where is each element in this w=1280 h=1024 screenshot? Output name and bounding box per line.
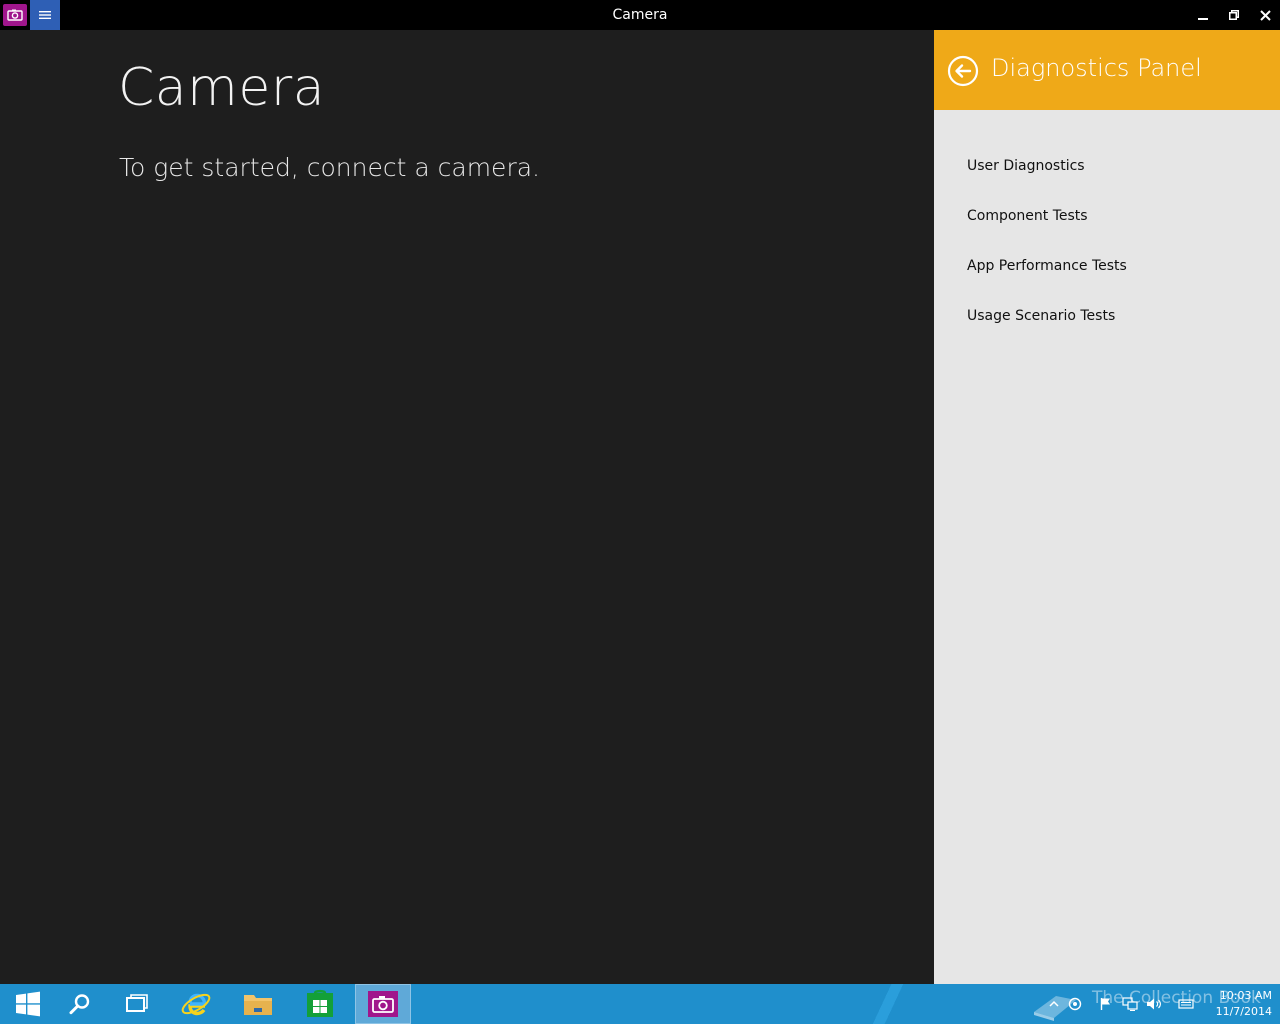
network-button[interactable] [1122,996,1138,1012]
tray-circle-icon [1068,997,1082,1011]
task-view-icon [126,994,148,1012]
page-subtitle: To get started, connect a camera. [119,153,540,182]
title-bar: Camera [0,0,1280,30]
start-windows-icon [16,991,40,1017]
camera-app-icon [3,4,27,26]
diag-item-app-performance-tests[interactable]: App Performance Tests [967,256,1127,306]
clock-date: 11/7/2014 [1215,1005,1272,1018]
hamburger-icon [39,11,51,19]
file-explorer-button[interactable] [230,984,286,1024]
main-content: Camera To get started, connect a camera. [0,30,934,984]
chevron-up-icon [1049,1000,1059,1007]
minimize-icon [1198,18,1208,20]
volume-button[interactable] [1146,996,1162,1012]
search-icon [69,994,90,1015]
internet-explorer-icon [181,993,211,1016]
file-explorer-icon [244,995,272,1015]
diag-item-user-diagnostics[interactable]: User Diagnostics [967,156,1127,206]
keyboard-icon [1178,999,1194,1009]
hamburger-menu-button[interactable] [30,0,60,30]
back-arrow-icon [947,55,979,87]
minimize-button[interactable] [1188,0,1218,30]
app-icon-box[interactable] [0,0,30,30]
internet-explorer-button[interactable] [168,984,224,1024]
diagnostics-panel: Diagnostics Panel User Diagnostics Compo… [934,30,1280,984]
system-clock[interactable]: 10:03 AM 11/7/2014 [1200,988,1272,1020]
page-title: Camera [118,58,326,118]
keyboard-button[interactable] [1178,996,1194,1012]
tray-app-button[interactable] [1067,996,1083,1012]
diagnostics-list: User Diagnostics Component Tests App Per… [967,156,1127,356]
diag-item-component-tests[interactable]: Component Tests [967,206,1127,256]
panel-header: Diagnostics Panel [934,30,1280,110]
restore-icon [1229,10,1239,20]
action-center-button[interactable] [1098,996,1114,1012]
task-view-button[interactable] [109,984,165,1024]
panel-title: Diagnostics Panel [991,54,1202,82]
close-icon [1259,9,1271,21]
camera-icon [368,991,398,1017]
volume-icon [1147,998,1161,1010]
back-button[interactable] [947,55,979,87]
camera-taskbar-button[interactable] [355,984,411,1024]
taskbar: The Collection Book 10:03 AM 11/7/2014 [0,984,1280,1024]
show-hidden-icons-button[interactable] [1046,996,1062,1012]
clock-time: 10:03 AM [1219,989,1272,1002]
store-button[interactable] [292,984,348,1024]
taskbar-decoration [860,984,920,1024]
flag-icon [1100,998,1110,1010]
diag-item-usage-scenario-tests[interactable]: Usage Scenario Tests [967,306,1127,356]
close-button[interactable] [1250,0,1280,30]
restore-button[interactable] [1219,0,1249,30]
window-title: Camera [612,7,668,23]
start-button[interactable] [0,984,56,1024]
store-icon [307,989,333,1017]
network-icon [1122,997,1138,1011]
search-button[interactable] [52,984,108,1024]
